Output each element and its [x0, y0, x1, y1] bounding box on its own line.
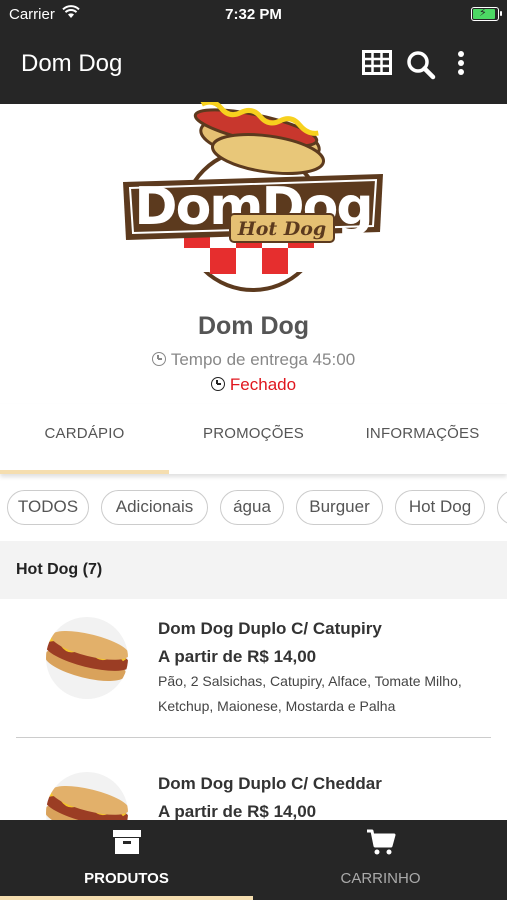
product-price: A partir de R$ 14,00: [158, 802, 317, 820]
product-price: A partir de R$ 14,00: [158, 647, 317, 666]
clock-time: 7:32 PM: [225, 6, 282, 23]
divider: [16, 737, 491, 738]
product-name: Dom Dog Duplo C/ Catupiry: [158, 619, 382, 638]
tab-informacoes[interactable]: INFORMAÇÕES: [338, 404, 507, 474]
nav-carrinho[interactable]: CARRINHO: [254, 820, 507, 900]
bottom-nav: PRODUTOS CARRINHO: [0, 820, 507, 900]
tab-promocoes[interactable]: PROMOÇÕES: [169, 404, 338, 474]
chip-todos[interactable]: TODOS: [7, 490, 89, 525]
cart-icon: [366, 828, 396, 861]
product-item[interactable]: Dom Dog Duplo C/ Cheddar A partir de R$ …: [0, 754, 507, 820]
product-description: Pão, 2 Salsichas, Catupiry, Alface, Toma…: [158, 673, 462, 714]
store-status-label: Fechado: [229, 375, 297, 394]
chip-more[interactable]: [497, 490, 507, 525]
tab-cardapio[interactable]: CARDÁPIO: [0, 404, 169, 474]
app-bar: Dom Dog: [0, 30, 507, 104]
store-status: Fechado: [0, 375, 507, 395]
product-image: [46, 617, 128, 699]
chip-hot-dog[interactable]: Hot Dog: [395, 490, 485, 525]
store-logo: DomDog Hot Dog: [118, 99, 388, 292]
clock-icon: [210, 377, 225, 391]
product-name: Dom Dog Duplo C/ Cheddar: [158, 774, 382, 793]
section-header: Hot Dog (7): [0, 541, 507, 599]
delivery-time: Tempo de entrega 45:00: [0, 350, 507, 370]
app-title: Dom Dog: [21, 50, 123, 77]
delivery-time-label: Tempo de entrega 45:00: [170, 350, 356, 369]
chip-burguer[interactable]: Burguer: [296, 490, 383, 525]
category-chips: TODOS Adicionais água Burguer Hot Dog: [0, 474, 507, 541]
store-name: Dom Dog: [197, 312, 310, 340]
product-item[interactable]: Dom Dog Duplo C/ Catupiry A partir de R$…: [0, 599, 507, 737]
battery-icon: ⚡: [471, 7, 502, 21]
nav-carrinho-label: CARRINHO: [340, 870, 421, 887]
box-icon: [112, 828, 142, 861]
product-image: [46, 772, 128, 820]
chip-agua[interactable]: água: [220, 490, 284, 525]
search-icon[interactable]: [406, 50, 436, 85]
logo-subtext: Hot Dog: [237, 218, 326, 240]
chip-adicionais[interactable]: Adicionais: [101, 490, 208, 525]
status-bar: Carrier 7:32 PM ⚡: [0, 0, 507, 30]
nav-indicator: [0, 896, 253, 900]
clock-icon: [151, 352, 166, 366]
grid-icon[interactable]: [362, 50, 392, 81]
nav-produtos-label: PRODUTOS: [84, 870, 169, 887]
nav-produtos[interactable]: PRODUTOS: [0, 820, 253, 900]
menu-tabs: CARDÁPIO PROMOÇÕES INFORMAÇÕES: [0, 404, 507, 474]
more-vertical-icon[interactable]: [456, 50, 466, 81]
